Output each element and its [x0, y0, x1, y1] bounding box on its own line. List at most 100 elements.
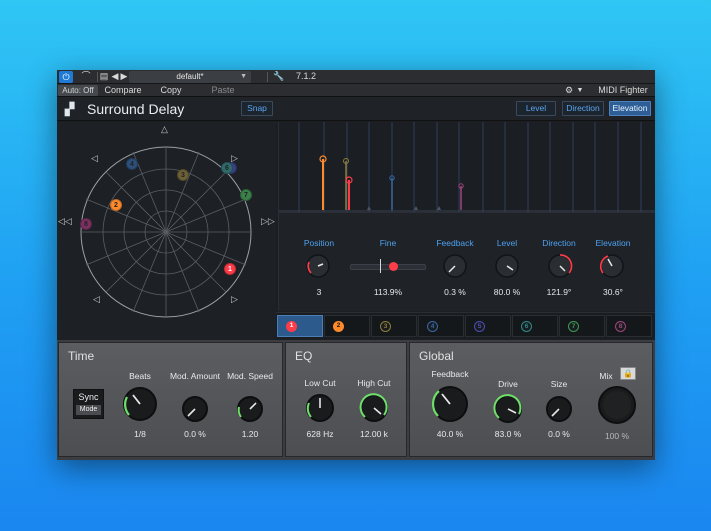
- feedback-knob[interactable]: [442, 253, 468, 279]
- view-level-button[interactable]: Level: [516, 101, 556, 116]
- level-value: 80.0 %: [493, 287, 521, 297]
- tap-selector: 1 2 3 4 5 6 7 8: [276, 312, 655, 338]
- global-feedback-label: Feedback: [431, 369, 469, 379]
- routing-icon[interactable]: ⌒: [79, 70, 93, 83]
- speaker-rear-right-icon: ▷: [231, 294, 238, 304]
- time-title: Time: [68, 349, 95, 363]
- wrench-icon[interactable]: 🔧: [273, 70, 285, 83]
- time-section: Time Sync Mode Beats 1/8 Mod. Amount 0.0…: [58, 342, 283, 457]
- paste-button[interactable]: Paste: [205, 84, 241, 97]
- drive-knob[interactable]: [493, 394, 523, 424]
- global-feedback-value: 40.0 %: [436, 429, 464, 439]
- preset-selector[interactable]: default* ▼: [129, 71, 251, 83]
- tap-button-3[interactable]: 3: [371, 315, 417, 337]
- global-feedback-knob[interactable]: [430, 384, 470, 424]
- snap-button[interactable]: Snap: [241, 101, 273, 116]
- direction-knob[interactable]: [547, 253, 573, 279]
- panner-tap-6[interactable]: 6: [221, 162, 233, 174]
- lock-icon[interactable]: 🔒: [620, 367, 636, 380]
- tap-number: 5: [474, 321, 485, 332]
- tap-button-7[interactable]: 7: [559, 315, 605, 337]
- high-cut-value: 12.00 k: [360, 429, 388, 439]
- host-toolbar-secondary: Auto: Off Compare Copy Paste ⚙ ▼ MIDI Fi…: [57, 84, 655, 97]
- beats-knob[interactable]: [121, 385, 159, 423]
- delay-line-display[interactable]: [278, 122, 655, 212]
- mix-knob[interactable]: [596, 384, 638, 426]
- global-title: Global: [419, 349, 454, 363]
- beats-value: 1/8: [134, 429, 146, 439]
- high-cut-label: High Cut: [357, 378, 391, 388]
- eq-title: EQ: [295, 349, 313, 363]
- speaker-right-icon: ▷▷: [261, 216, 275, 226]
- fine-slider-thumb[interactable]: [389, 262, 398, 271]
- power-icon[interactable]: ⏻: [59, 71, 73, 83]
- level-knob[interactable]: [494, 253, 520, 279]
- size-value: 0.0 %: [548, 429, 570, 439]
- global-controls: Time Sync Mode Beats 1/8 Mod. Amount 0.0…: [57, 340, 655, 460]
- preset-file-icon[interactable]: ▤: [99, 70, 109, 83]
- panner-tap-1[interactable]: 1: [224, 263, 236, 275]
- drive-label: Drive: [498, 379, 518, 389]
- mod-speed-knob[interactable]: [236, 395, 264, 423]
- elevation-knob[interactable]: [599, 253, 625, 279]
- position-label: Position: [303, 238, 335, 248]
- chevron-down-icon: ▼: [240, 73, 247, 80]
- presonus-logo-icon: ▞: [65, 102, 75, 116]
- mix-value: 100 %: [604, 431, 630, 441]
- surround-panner[interactable]: △ ◁ ▷ ◁◁ ▷▷ ◁ ▷ 1 2 3 4 5 6 7 8: [57, 122, 276, 342]
- preset-prev-arrow-icon[interactable]: ◀: [111, 70, 119, 83]
- compare-button[interactable]: Compare: [101, 84, 145, 97]
- sync-mode-button[interactable]: Sync Mode: [73, 389, 104, 419]
- plugin-window: ⏻ ⌒ ▤ ◀ ▶ default* ▼ 🔧 7.1.2 Auto: Off C…: [57, 70, 655, 460]
- panner-tap-2[interactable]: 2: [110, 199, 122, 211]
- feedback-label: Feedback: [436, 238, 474, 248]
- delay-line-graph: [279, 122, 655, 212]
- view-elevation-button[interactable]: Elevation: [609, 101, 651, 116]
- automation-button[interactable]: Auto: Off: [58, 85, 98, 96]
- gear-icon[interactable]: ⚙: [563, 84, 575, 97]
- tap-button-5[interactable]: 5: [465, 315, 511, 337]
- tap-button-6[interactable]: 6: [512, 315, 558, 337]
- tap-number: 8: [615, 321, 626, 332]
- settings-dropdown-icon[interactable]: ▼: [575, 84, 585, 97]
- tap-button-1[interactable]: 1: [277, 315, 323, 337]
- midi-fighter-label[interactable]: MIDI Fighter: [593, 84, 653, 97]
- preset-name: default*: [176, 72, 204, 81]
- panner-tap-8[interactable]: 8: [80, 218, 92, 230]
- view-direction-button[interactable]: Direction: [562, 101, 604, 116]
- panner-tap-4[interactable]: 4: [126, 158, 138, 170]
- feedback-value: 0.3 %: [444, 287, 466, 297]
- tap-parameters: Position Fine Feedback Level Direction E…: [278, 212, 655, 311]
- tap-button-4[interactable]: 4: [418, 315, 464, 337]
- tap-button-2[interactable]: 2: [324, 315, 370, 337]
- fine-center-tick: [380, 259, 381, 273]
- mod-amount-value: 0.0 %: [184, 429, 206, 439]
- copy-button[interactable]: Copy: [153, 84, 189, 97]
- speaker-rear-left-icon: ◁: [93, 294, 100, 304]
- speaker-front-left-icon: ◁: [91, 153, 98, 163]
- mod-speed-label: Mod. Speed: [227, 371, 273, 381]
- low-cut-label: Low Cut: [304, 378, 336, 388]
- direction-value: 121.9°: [546, 287, 572, 297]
- tap-number: 7: [568, 321, 579, 332]
- preset-next-arrow-icon[interactable]: ▶: [120, 70, 128, 83]
- mod-amount-label: Mod. Amount: [169, 371, 221, 381]
- low-cut-knob[interactable]: [305, 393, 335, 423]
- mode-label: Mode: [76, 405, 101, 415]
- level-label: Level: [496, 238, 518, 248]
- speaker-center-icon: △: [161, 124, 168, 134]
- plugin-title: Surround Delay: [87, 101, 185, 117]
- elevation-label: Elevation: [595, 238, 631, 248]
- tap-number: 3: [380, 321, 391, 332]
- size-knob[interactable]: [545, 395, 573, 423]
- panner-tap-3[interactable]: 3: [177, 169, 189, 181]
- direction-label: Direction: [542, 238, 576, 248]
- tap-number: 6: [521, 321, 532, 332]
- high-cut-knob[interactable]: [359, 393, 389, 423]
- fine-slider[interactable]: [350, 259, 426, 273]
- tap-button-8[interactable]: 8: [606, 315, 652, 337]
- fine-value: 113.9%: [373, 287, 403, 297]
- position-knob[interactable]: [305, 253, 331, 279]
- mod-amount-knob[interactable]: [181, 395, 209, 423]
- panner-tap-7[interactable]: 7: [240, 189, 252, 201]
